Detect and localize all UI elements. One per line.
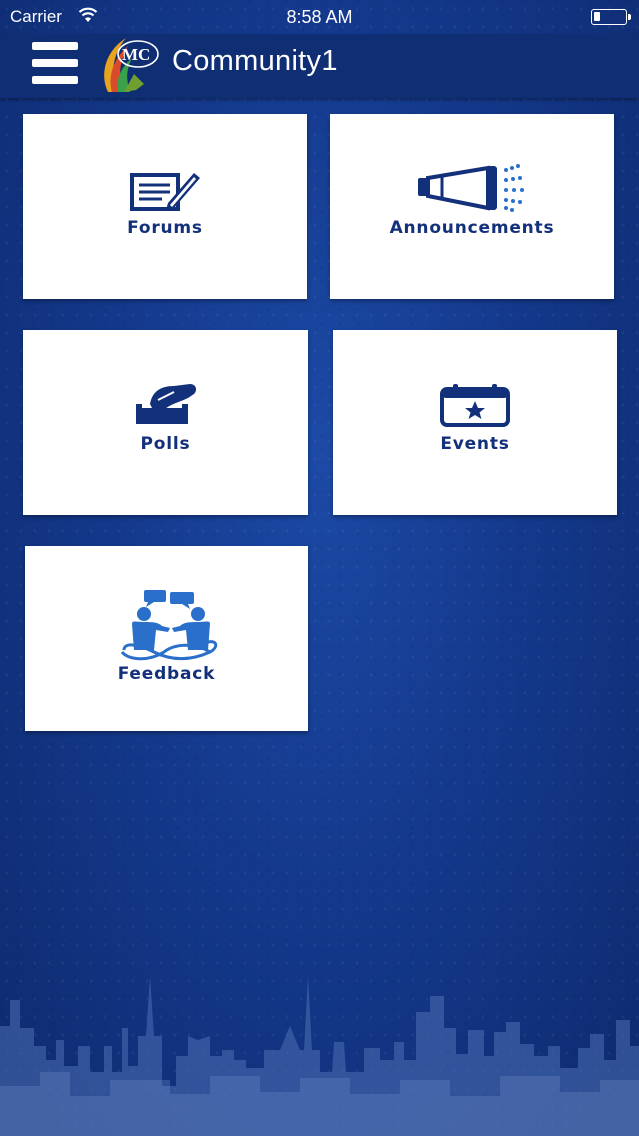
app-title: Community1	[172, 45, 338, 77]
status-bar: Carrier 8:58 AM	[0, 0, 639, 34]
city-skyline-illustration	[0, 976, 639, 1136]
people-speech-bubbles-icon	[120, 590, 217, 661]
hamburger-menu-icon[interactable]	[32, 40, 80, 88]
announcements-label: Announcements	[389, 218, 555, 238]
forums-tile[interactable]: Forums	[23, 114, 307, 299]
forums-label: Forums	[127, 218, 203, 238]
forum-document-pen-icon	[130, 173, 200, 211]
feedback-tile[interactable]: Feedback	[25, 546, 308, 731]
mc-logo-icon: MC	[104, 38, 159, 92]
feedback-label: Feedback	[117, 664, 216, 684]
events-tile[interactable]: Events	[333, 330, 617, 515]
megaphone-icon	[418, 164, 524, 212]
status-time: 8:58 AM	[286, 7, 353, 27]
svg-text:MC: MC	[122, 45, 150, 64]
app-header: MC Community1	[0, 34, 639, 98]
announcements-tile[interactable]: Announcements	[330, 114, 614, 299]
events-label: Events	[440, 434, 510, 454]
ballot-box-hand-icon	[135, 384, 196, 424]
polls-tile[interactable]: Polls	[23, 330, 308, 515]
polls-label: Polls	[140, 434, 191, 454]
battery-icon	[591, 9, 631, 25]
calendar-star-icon	[440, 384, 510, 427]
